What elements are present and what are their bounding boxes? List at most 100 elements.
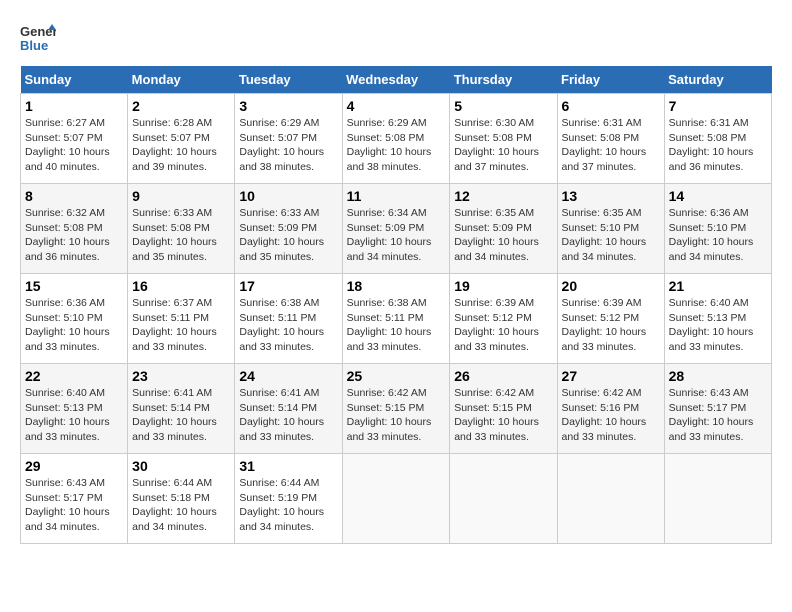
calendar-week-row: 29 Sunrise: 6:43 AMSunset: 5:17 PMDaylig… (21, 454, 772, 544)
calendar-week-row: 15 Sunrise: 6:36 AMSunset: 5:10 PMDaylig… (21, 274, 772, 364)
calendar-cell: 17 Sunrise: 6:38 AMSunset: 5:11 PMDaylig… (235, 274, 342, 364)
day-info: Sunrise: 6:40 AMSunset: 5:13 PMDaylight:… (669, 297, 754, 353)
logo: General Blue (20, 20, 56, 56)
day-info: Sunrise: 6:30 AMSunset: 5:08 PMDaylight:… (454, 117, 539, 173)
day-number: 8 (25, 188, 123, 204)
day-info: Sunrise: 6:33 AMSunset: 5:09 PMDaylight:… (239, 207, 324, 263)
day-number: 14 (669, 188, 767, 204)
day-number: 21 (669, 278, 767, 294)
calendar-cell (450, 454, 557, 544)
day-info: Sunrise: 6:28 AMSunset: 5:07 PMDaylight:… (132, 117, 217, 173)
day-info: Sunrise: 6:29 AMSunset: 5:08 PMDaylight:… (347, 117, 432, 173)
day-info: Sunrise: 6:41 AMSunset: 5:14 PMDaylight:… (239, 387, 324, 443)
day-number: 2 (132, 98, 230, 114)
calendar-cell: 18 Sunrise: 6:38 AMSunset: 5:11 PMDaylig… (342, 274, 450, 364)
day-number: 31 (239, 458, 337, 474)
calendar-cell: 6 Sunrise: 6:31 AMSunset: 5:08 PMDayligh… (557, 94, 664, 184)
calendar-cell (557, 454, 664, 544)
day-info: Sunrise: 6:42 AMSunset: 5:15 PMDaylight:… (454, 387, 539, 443)
logo-icon: General Blue (20, 20, 56, 56)
day-number: 6 (562, 98, 660, 114)
calendar-cell: 3 Sunrise: 6:29 AMSunset: 5:07 PMDayligh… (235, 94, 342, 184)
calendar-cell: 8 Sunrise: 6:32 AMSunset: 5:08 PMDayligh… (21, 184, 128, 274)
calendar-cell: 13 Sunrise: 6:35 AMSunset: 5:10 PMDaylig… (557, 184, 664, 274)
calendar-cell: 10 Sunrise: 6:33 AMSunset: 5:09 PMDaylig… (235, 184, 342, 274)
weekday-header: Tuesday (235, 66, 342, 94)
calendar-week-row: 8 Sunrise: 6:32 AMSunset: 5:08 PMDayligh… (21, 184, 772, 274)
day-number: 24 (239, 368, 337, 384)
day-number: 1 (25, 98, 123, 114)
day-number: 3 (239, 98, 337, 114)
calendar-cell: 24 Sunrise: 6:41 AMSunset: 5:14 PMDaylig… (235, 364, 342, 454)
calendar-cell: 1 Sunrise: 6:27 AMSunset: 5:07 PMDayligh… (21, 94, 128, 184)
calendar-cell: 5 Sunrise: 6:30 AMSunset: 5:08 PMDayligh… (450, 94, 557, 184)
weekday-header: Friday (557, 66, 664, 94)
day-info: Sunrise: 6:35 AMSunset: 5:10 PMDaylight:… (562, 207, 647, 263)
calendar-cell: 31 Sunrise: 6:44 AMSunset: 5:19 PMDaylig… (235, 454, 342, 544)
calendar-cell: 27 Sunrise: 6:42 AMSunset: 5:16 PMDaylig… (557, 364, 664, 454)
day-info: Sunrise: 6:34 AMSunset: 5:09 PMDaylight:… (347, 207, 432, 263)
day-info: Sunrise: 6:29 AMSunset: 5:07 PMDaylight:… (239, 117, 324, 173)
day-info: Sunrise: 6:36 AMSunset: 5:10 PMDaylight:… (669, 207, 754, 263)
day-info: Sunrise: 6:37 AMSunset: 5:11 PMDaylight:… (132, 297, 217, 353)
day-info: Sunrise: 6:38 AMSunset: 5:11 PMDaylight:… (239, 297, 324, 353)
weekday-header: Thursday (450, 66, 557, 94)
day-number: 7 (669, 98, 767, 114)
day-info: Sunrise: 6:27 AMSunset: 5:07 PMDaylight:… (25, 117, 110, 173)
day-info: Sunrise: 6:42 AMSunset: 5:15 PMDaylight:… (347, 387, 432, 443)
day-number: 11 (347, 188, 446, 204)
calendar-cell (342, 454, 450, 544)
day-number: 19 (454, 278, 552, 294)
weekday-header: Monday (128, 66, 235, 94)
svg-text:Blue: Blue (20, 38, 48, 53)
day-number: 15 (25, 278, 123, 294)
calendar-cell: 15 Sunrise: 6:36 AMSunset: 5:10 PMDaylig… (21, 274, 128, 364)
calendar-cell: 28 Sunrise: 6:43 AMSunset: 5:17 PMDaylig… (664, 364, 771, 454)
day-number: 25 (347, 368, 446, 384)
page-header: General Blue (20, 20, 772, 56)
day-info: Sunrise: 6:40 AMSunset: 5:13 PMDaylight:… (25, 387, 110, 443)
day-info: Sunrise: 6:44 AMSunset: 5:18 PMDaylight:… (132, 477, 217, 533)
calendar-cell: 21 Sunrise: 6:40 AMSunset: 5:13 PMDaylig… (664, 274, 771, 364)
calendar-cell: 19 Sunrise: 6:39 AMSunset: 5:12 PMDaylig… (450, 274, 557, 364)
day-info: Sunrise: 6:44 AMSunset: 5:19 PMDaylight:… (239, 477, 324, 533)
day-number: 28 (669, 368, 767, 384)
day-info: Sunrise: 6:35 AMSunset: 5:09 PMDaylight:… (454, 207, 539, 263)
day-number: 20 (562, 278, 660, 294)
calendar-table: SundayMondayTuesdayWednesdayThursdayFrid… (20, 66, 772, 544)
calendar-cell: 7 Sunrise: 6:31 AMSunset: 5:08 PMDayligh… (664, 94, 771, 184)
weekday-header: Wednesday (342, 66, 450, 94)
day-number: 10 (239, 188, 337, 204)
calendar-cell: 11 Sunrise: 6:34 AMSunset: 5:09 PMDaylig… (342, 184, 450, 274)
day-info: Sunrise: 6:32 AMSunset: 5:08 PMDaylight:… (25, 207, 110, 263)
day-number: 16 (132, 278, 230, 294)
calendar-cell: 12 Sunrise: 6:35 AMSunset: 5:09 PMDaylig… (450, 184, 557, 274)
day-info: Sunrise: 6:31 AMSunset: 5:08 PMDaylight:… (562, 117, 647, 173)
calendar-week-row: 22 Sunrise: 6:40 AMSunset: 5:13 PMDaylig… (21, 364, 772, 454)
day-number: 5 (454, 98, 552, 114)
calendar-cell: 4 Sunrise: 6:29 AMSunset: 5:08 PMDayligh… (342, 94, 450, 184)
day-number: 27 (562, 368, 660, 384)
calendar-week-row: 1 Sunrise: 6:27 AMSunset: 5:07 PMDayligh… (21, 94, 772, 184)
calendar-cell: 25 Sunrise: 6:42 AMSunset: 5:15 PMDaylig… (342, 364, 450, 454)
day-number: 22 (25, 368, 123, 384)
day-info: Sunrise: 6:33 AMSunset: 5:08 PMDaylight:… (132, 207, 217, 263)
day-number: 13 (562, 188, 660, 204)
calendar-cell: 22 Sunrise: 6:40 AMSunset: 5:13 PMDaylig… (21, 364, 128, 454)
day-number: 18 (347, 278, 446, 294)
day-info: Sunrise: 6:41 AMSunset: 5:14 PMDaylight:… (132, 387, 217, 443)
calendar-cell: 30 Sunrise: 6:44 AMSunset: 5:18 PMDaylig… (128, 454, 235, 544)
calendar-cell: 23 Sunrise: 6:41 AMSunset: 5:14 PMDaylig… (128, 364, 235, 454)
day-number: 29 (25, 458, 123, 474)
weekday-header: Saturday (664, 66, 771, 94)
calendar-header-row: SundayMondayTuesdayWednesdayThursdayFrid… (21, 66, 772, 94)
day-info: Sunrise: 6:43 AMSunset: 5:17 PMDaylight:… (25, 477, 110, 533)
calendar-cell: 26 Sunrise: 6:42 AMSunset: 5:15 PMDaylig… (450, 364, 557, 454)
day-info: Sunrise: 6:42 AMSunset: 5:16 PMDaylight:… (562, 387, 647, 443)
day-number: 23 (132, 368, 230, 384)
calendar-cell: 2 Sunrise: 6:28 AMSunset: 5:07 PMDayligh… (128, 94, 235, 184)
calendar-cell: 9 Sunrise: 6:33 AMSunset: 5:08 PMDayligh… (128, 184, 235, 274)
day-number: 4 (347, 98, 446, 114)
day-info: Sunrise: 6:36 AMSunset: 5:10 PMDaylight:… (25, 297, 110, 353)
calendar-cell: 29 Sunrise: 6:43 AMSunset: 5:17 PMDaylig… (21, 454, 128, 544)
